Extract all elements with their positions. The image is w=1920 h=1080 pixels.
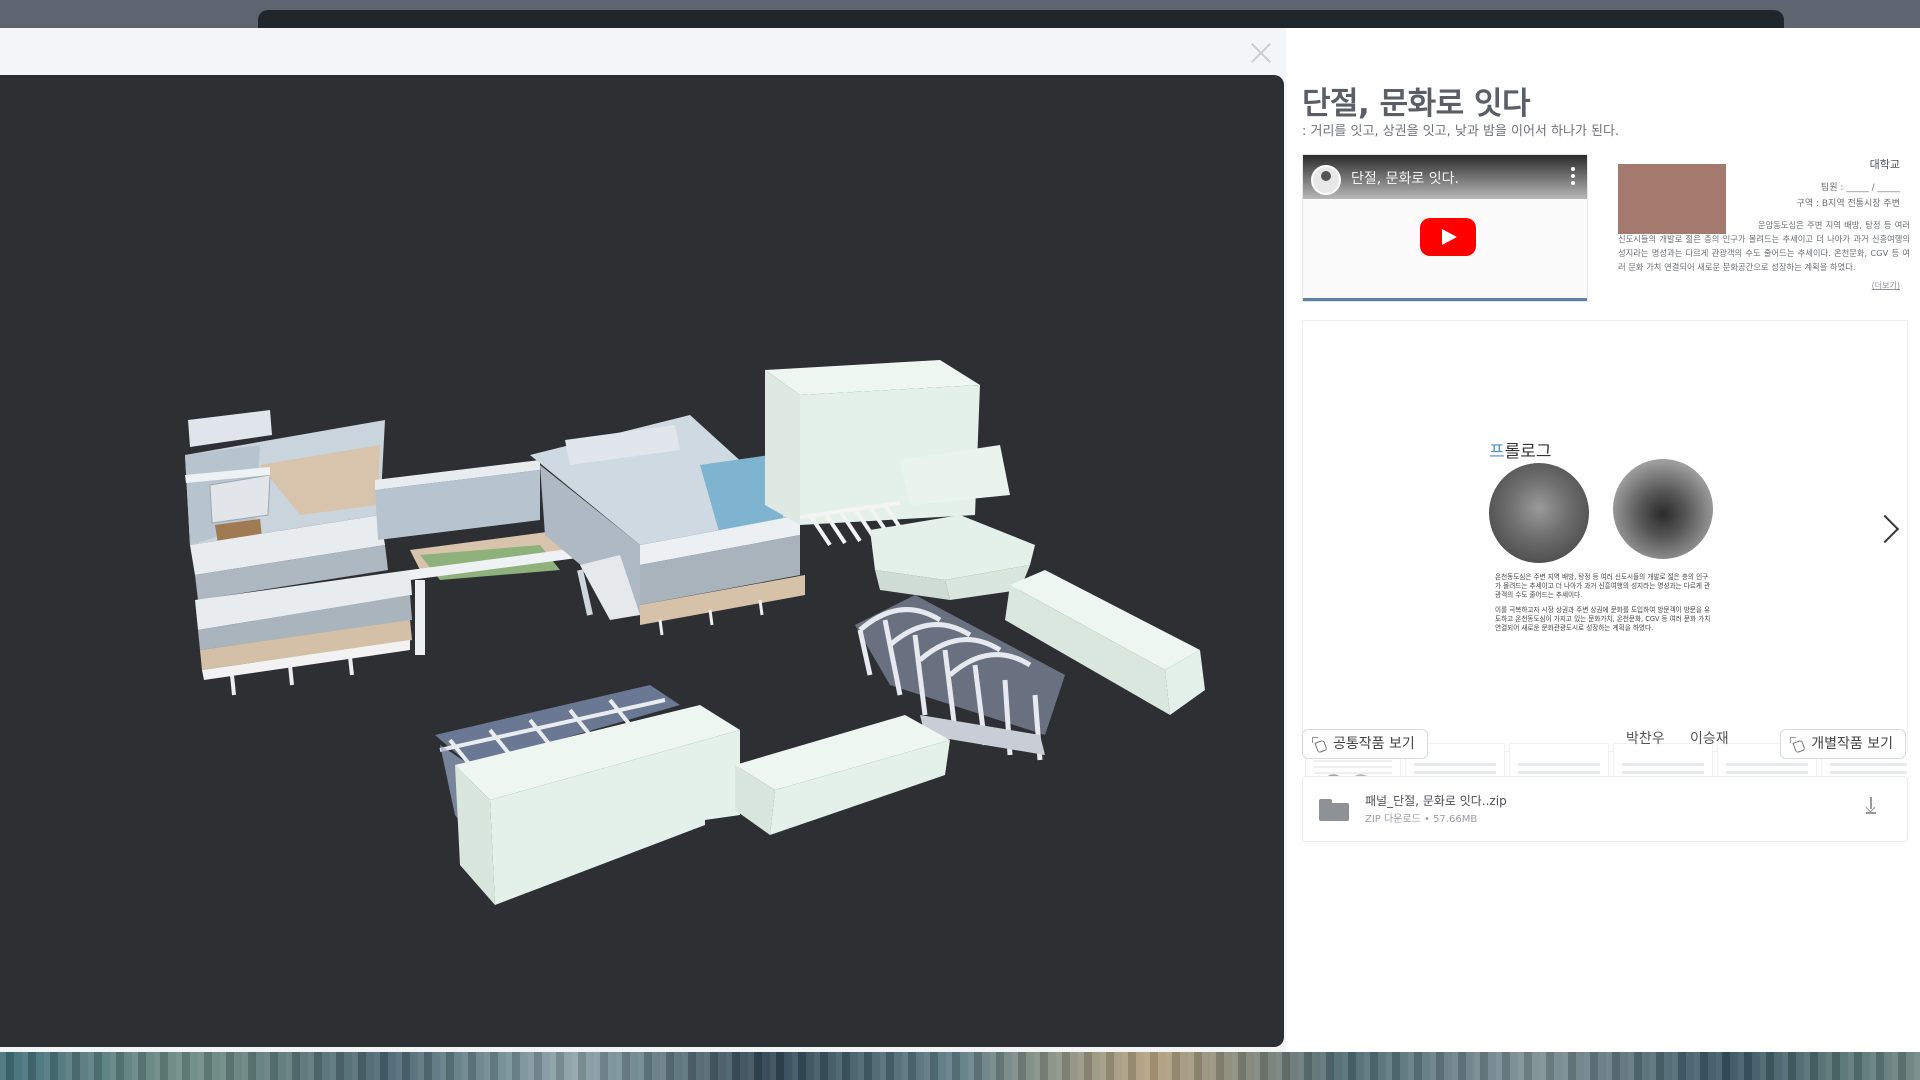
individual-works-label: 개별작품 보기 <box>1811 736 1893 752</box>
slide-title-accent: 프 <box>1489 442 1505 462</box>
slide-photo-1 <box>1489 463 1589 563</box>
common-works-label: 공통작품 보기 <box>1333 736 1415 752</box>
close-icon[interactable] <box>1248 40 1274 66</box>
pointer-click-icon <box>1790 737 1804 751</box>
background-aerial-photo <box>0 1052 1920 1080</box>
download-filename: 패널_단절, 문화로 잇다..zip <box>1365 794 1507 808</box>
slide-title: 프롤로그 <box>1489 437 1552 462</box>
project-modal: 단절, 문화로 잇다 : 거리를 잇고, 상권을 잇고, 낮과 밤을 이어서 하… <box>0 28 1920 1052</box>
project-info-panel: 단절, 문화로 잇다 : 거리를 잇고, 상권을 잇고, 낮과 밤을 이어서 하… <box>1286 28 1920 1052</box>
chevron-right-icon[interactable] <box>1875 511 1897 549</box>
background-header-strip <box>258 10 1784 28</box>
download-meta: ZIP 다운로드 • 57.66MB <box>1365 814 1478 825</box>
bottom-mid-block-building <box>735 715 950 835</box>
3d-model-viewer[interactable] <box>0 75 1284 1047</box>
youtube-video-embed[interactable]: 단절, 문화로 잇다. <box>1302 154 1588 302</box>
slide-photo-2 <box>1613 459 1713 559</box>
video-menu-icon[interactable] <box>1571 167 1575 185</box>
team-members-label: 팀원 : _____ / _____ <box>1820 183 1900 193</box>
background-top-bar <box>0 0 1920 28</box>
play-icon[interactable] <box>1420 218 1476 256</box>
left-terraced-building <box>185 410 412 696</box>
area-label: 구역 : B지역 전통시장 주변 <box>1796 199 1900 209</box>
project-title: 단절, 문화로 잇다 <box>1302 86 1531 122</box>
modal-header <box>0 28 1286 75</box>
slide-text: 온천동도심은 주변 지역 배방, 탕정 등 여러 신도시들의 개발로 젊은 층의… <box>1495 573 1713 639</box>
more-link[interactable]: (더보기) <box>1872 280 1900 291</box>
slide-paragraph-2: 이를 극복하고자 시장 상권과 주변 상권에 문화를 도입하여 방문객이 방문을… <box>1495 606 1711 632</box>
project-subtitle: : 거리를 잇고, 상권을 잇고, 낮과 밤을 이어서 하나가 된다. <box>1302 124 1620 139</box>
center-pool-building <box>530 415 805 636</box>
slide-paragraph-1: 온천동도심은 주변 지역 배방, 탕정 등 여러 신도시들의 개발로 젊은 층의… <box>1495 573 1711 599</box>
panel-slideshow: 프롤로그 온천동도심은 주변 지역 배방, 탕정 등 여러 신도시들의 개발로 … <box>1302 320 1908 839</box>
download-icon[interactable] <box>1865 797 1877 815</box>
tall-block-building <box>765 360 1010 525</box>
school-name: 대학교 <box>1869 158 1900 171</box>
individual-works-button[interactable]: 개별작품 보기 <box>1780 729 1906 759</box>
member-name[interactable]: 박찬우 <box>1626 728 1665 748</box>
channel-avatar-icon[interactable] <box>1311 165 1341 195</box>
video-title[interactable]: 단절, 문화로 잇다. <box>1351 168 1459 188</box>
common-works-button[interactable]: 공통작품 보기 <box>1302 729 1428 759</box>
slide-title-rest: 롤로그 <box>1504 442 1552 462</box>
zip-download-item[interactable]: 패널_단절, 문화로 잇다..zip ZIP 다운로드 • 57.66MB <box>1302 776 1908 842</box>
project-description: 운암동도심은 주변 지역 배방, 탕정 등 여러 신도시들의 개발로 젊은 층의… <box>1618 220 1910 272</box>
folder-icon <box>1319 799 1349 821</box>
member-name[interactable]: 이승재 <box>1690 728 1729 748</box>
video-progress-bar <box>1303 298 1587 301</box>
building-model-render <box>185 360 1205 905</box>
pointer-click-icon <box>1312 737 1326 751</box>
